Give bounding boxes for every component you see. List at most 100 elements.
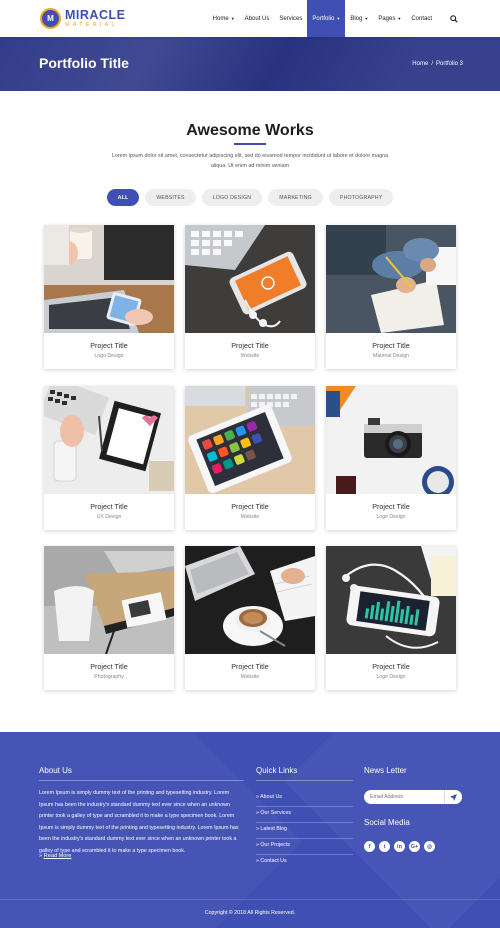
read-more-link[interactable]: » Read More (39, 853, 71, 859)
footer-about-heading: About Us (39, 766, 72, 775)
project-title: Project Title (90, 662, 128, 671)
nav-about-label: About Us (244, 15, 270, 22)
filter-marketing[interactable]: MARKETING (268, 189, 323, 206)
footer-link-divider (256, 806, 353, 807)
project-card[interactable]: Project Title Logo Design (326, 386, 456, 530)
project-image[interactable] (44, 386, 174, 494)
filter-logo-design[interactable]: LOGO DESIGN (201, 189, 263, 206)
project-category: Logo Design (94, 353, 124, 359)
project-title: Project Title (372, 502, 410, 511)
nav-portfolio-label: Portfolio (312, 15, 335, 22)
project-image[interactable] (185, 225, 315, 333)
project-image[interactable] (326, 386, 456, 494)
page-hero-banner: Portfolio Title Home / Portfolio 3 (0, 37, 500, 91)
copyright-text: Copyright © 2018 All Rights Reserved. (204, 910, 296, 916)
project-card[interactable]: Project Title Logo Design (326, 546, 456, 690)
footer-link-divider (256, 838, 353, 839)
logo-badge-letter: M (47, 14, 54, 23)
footer-link-projects-label: Our Projects (260, 842, 290, 848)
nav-contact[interactable]: Contact (406, 0, 437, 37)
send-icon (450, 793, 457, 801)
project-title: Project Title (372, 341, 410, 350)
breadcrumb-current: Portfolio 3 (435, 61, 463, 67)
project-category: Website (240, 674, 260, 680)
footer-link-divider (256, 854, 353, 855)
project-title: Project Title (231, 662, 269, 671)
footer-link-services[interactable]: » Our Services (256, 810, 353, 816)
nav-contact-label: Contact (411, 15, 432, 22)
search-icon[interactable] (443, 0, 465, 37)
newsletter-submit-button[interactable] (444, 790, 462, 804)
project-image[interactable] (44, 546, 174, 654)
project-title: Project Title (231, 502, 269, 511)
footer-link-divider (256, 822, 353, 823)
project-card[interactable]: Project Title Website (185, 225, 315, 369)
filter-all[interactable]: ALL (106, 189, 140, 206)
project-card[interactable]: Project Title Photography (44, 546, 174, 690)
nav-blog[interactable]: Blog ▼ (345, 0, 373, 37)
project-category: Photography (94, 674, 124, 680)
chevron-down-icon: ▼ (230, 16, 235, 21)
breadcrumb-home[interactable]: Home (412, 61, 428, 67)
main-nav: Home ▼ About Us Services Portfolio ▼ Blog ▼… (208, 0, 465, 37)
site-logo[interactable]: M MIRACLE MATERIAL (40, 8, 125, 29)
project-card[interactable]: Project Title Website (185, 386, 315, 530)
newsletter-form (364, 790, 462, 804)
top-navbar: M MIRACLE MATERIAL Home ▼ About Us Servic… (0, 0, 500, 37)
footer-social-heading: Social Media (364, 818, 410, 827)
nav-pages[interactable]: Pages ▼ (373, 0, 406, 37)
project-image[interactable] (326, 546, 456, 654)
section-description: Lorem ipsum dolor sit amet, consectetur … (111, 153, 389, 169)
project-category: Logo Design (376, 674, 406, 680)
project-title: Project Title (90, 341, 128, 350)
nav-portfolio[interactable]: Portfolio ▼ (307, 0, 346, 37)
logo-sub-text: MATERIAL (65, 21, 118, 28)
facebook-icon[interactable]: f (364, 841, 375, 852)
project-title: Project Title (90, 502, 128, 511)
read-more-label: Read More (43, 853, 72, 859)
logo-badge-icon: M (40, 8, 61, 29)
project-card[interactable]: Project Title Website (185, 546, 315, 690)
nav-home[interactable]: Home ▼ (208, 0, 240, 37)
project-category: Material Design (372, 353, 410, 359)
footer-link-services-label: Our Services (260, 810, 292, 816)
footer-newsletter-heading: News Letter (364, 766, 407, 775)
project-image[interactable] (326, 225, 456, 333)
project-card[interactable]: Project Title Material Design (326, 225, 456, 369)
nav-about[interactable]: About Us (240, 0, 275, 37)
breadcrumb: Home / Portfolio 3 (412, 61, 463, 67)
footer-link-about-label: About Us (260, 794, 282, 800)
chevron-down-icon: ▼ (364, 16, 369, 21)
section-title: Awesome Works (186, 122, 314, 139)
project-card[interactable]: Project Title Logo Design (44, 225, 174, 369)
project-card[interactable]: Project Title UX Design (44, 386, 174, 530)
footer-bottom-divider (0, 899, 500, 900)
footer-link-blog[interactable]: » Latest Blog (256, 826, 353, 832)
project-image[interactable] (185, 386, 315, 494)
chevron-down-icon: ▼ (336, 16, 341, 21)
google-plus-icon[interactable]: G+ (409, 841, 420, 852)
twitter-icon[interactable]: t (379, 841, 390, 852)
project-image[interactable] (185, 546, 315, 654)
logo-main-text: MIRACLE (65, 8, 126, 22)
footer-link-contact[interactable]: » Contact Us (256, 858, 353, 864)
filter-websites[interactable]: WEBSITES (145, 189, 196, 206)
project-image[interactable] (44, 225, 174, 333)
chevron-down-icon: ▼ (397, 16, 402, 21)
breadcrumb-separator: / (431, 61, 433, 67)
page-title: Portfolio Title (39, 55, 129, 71)
newsletter-email-input[interactable] (370, 793, 440, 801)
instagram-icon[interactable]: ◎ (424, 841, 435, 852)
footer-about-divider (39, 780, 244, 781)
footer-link-about[interactable]: » About Us (256, 794, 353, 800)
footer-link-contact-label: Contact Us (260, 858, 287, 864)
nav-services-label: Services (279, 15, 303, 22)
linkedin-icon[interactable]: in (394, 841, 405, 852)
footer-link-projects[interactable]: » Our Projects (256, 842, 353, 848)
nav-services[interactable]: Services (274, 0, 307, 37)
project-category: Website (240, 353, 260, 359)
section-title-underline (234, 143, 266, 145)
project-title: Project Title (231, 341, 269, 350)
filter-photography[interactable]: PHOTOGRAPHY (328, 189, 394, 206)
footer-link-blog-label: Latest Blog (260, 826, 287, 832)
